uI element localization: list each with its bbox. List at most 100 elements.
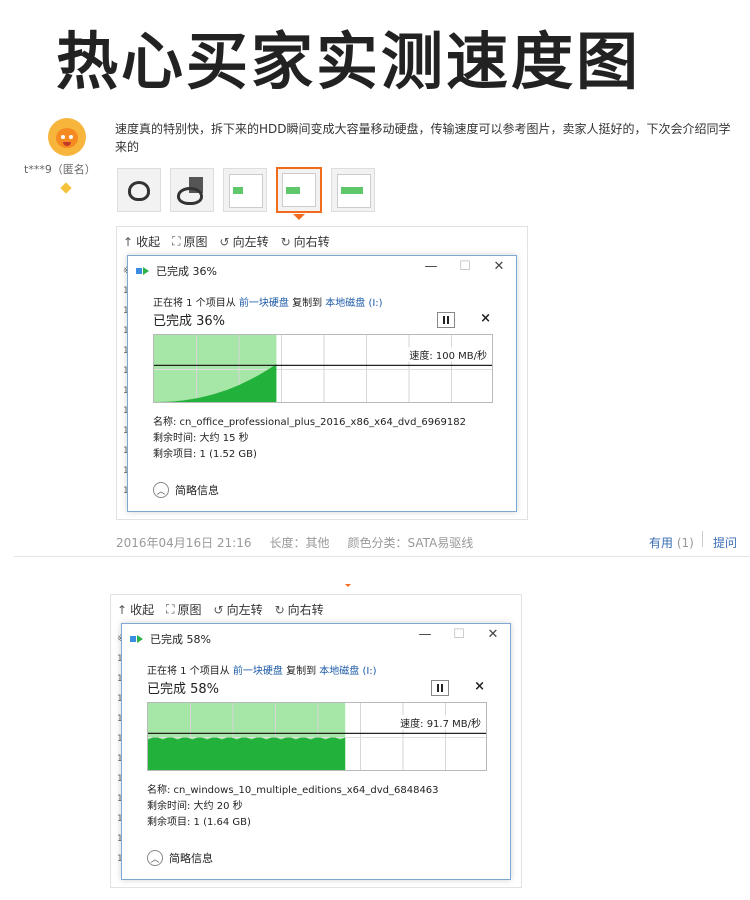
file-copy-icon — [136, 266, 150, 276]
image-viewer: ↑收起 ⛶原图 ↺向左转 ↻向右转 ※ 1 1 1 1 1 1 1 1 1 1 … — [110, 594, 522, 888]
thumbnail-screenshot[interactable] — [331, 168, 375, 212]
dialog-title: 已完成 58% — [130, 631, 211, 647]
mini-progress-icon — [286, 187, 300, 194]
file-copy-icon — [130, 634, 144, 644]
selected-caret-icon — [293, 214, 305, 220]
source-link[interactable]: 前一块硬盘 — [233, 666, 283, 677]
thumbnail-strip — [117, 167, 375, 213]
window-controls: — ☐ ✕ — [418, 627, 500, 642]
destination-link[interactable]: 本地磁盘 (I:) — [325, 298, 382, 309]
rotate-right-button[interactable]: ↻ 向右转 — [275, 601, 324, 618]
rotate-left-label: 向左转 — [226, 603, 263, 617]
collapse-button[interactable]: ↑ 收起 — [117, 601, 154, 618]
maximize-button[interactable]: ☐ — [458, 259, 472, 274]
dialog-title: 已完成 36% — [136, 263, 217, 279]
dialog-title-text: 已完成 36% — [156, 265, 217, 278]
transfer-speed-graph: 速度: 91.7 MB/秒 — [147, 702, 487, 771]
window-controls: — ☐ ✕ — [424, 259, 506, 274]
original-image-button[interactable]: ⛶ 原图 — [172, 233, 207, 250]
window-close-button[interactable]: ✕ — [486, 627, 500, 642]
review-text: 速度真的特别快，拆下来的HDD瞬间变成大容量移动硬盘，传输速度可以参考图片，卖家… — [115, 122, 731, 154]
collapse-label: 收起 — [130, 603, 155, 617]
fewer-details-button[interactable]: ︿ 简略信息 — [147, 850, 213, 866]
review-date: 2016年04月16日 21:16 — [116, 536, 252, 550]
ask-button[interactable]: 提问 — [713, 534, 737, 551]
details-label: 简略信息 — [169, 852, 213, 865]
cable-icon — [177, 187, 203, 205]
pause-button[interactable] — [431, 680, 449, 696]
page-headline: 热心买家实测速度图 — [56, 25, 642, 98]
helpful-button[interactable]: 有用 (1) — [649, 534, 694, 551]
thumbnail-drive-photo[interactable] — [170, 168, 214, 212]
maximize-button[interactable]: ☐ — [452, 627, 466, 642]
chevron-up-icon: ︿ — [153, 482, 169, 498]
rotate-left-icon: ↺ — [213, 602, 224, 617]
rotate-right-button[interactable]: ↻ 向右转 — [281, 233, 330, 250]
details-label: 简略信息 — [175, 484, 219, 497]
pause-bar-icon — [437, 684, 439, 692]
thumbnail-screenshot[interactable] — [223, 168, 267, 212]
copy-progress-dialog: 已完成 58% — ☐ ✕ 正在将 1 个项目从 前一块硬盘 复制到 本地磁盘 … — [121, 623, 511, 880]
source-link[interactable]: 前一块硬盘 — [239, 298, 289, 309]
minimize-button[interactable]: — — [424, 259, 438, 274]
minimize-button[interactable]: — — [418, 627, 432, 642]
items-remaining-line: 剩余项目: 1 (1.64 GB) — [147, 817, 251, 828]
destination-link[interactable]: 本地磁盘 (I:) — [319, 666, 376, 677]
rotate-left-button[interactable]: ↺ 向左转 — [214, 601, 263, 618]
reviewer-name: t***9（匿名） — [24, 163, 96, 176]
original-label: 原图 — [177, 603, 202, 617]
thumbnail-cable-photo[interactable] — [117, 168, 161, 212]
review-length: 长度：其他 — [269, 536, 330, 550]
copy-mid: 复制到 — [282, 666, 320, 677]
helpful-label: 有用 — [649, 536, 674, 550]
collapse-arrow-icon: ↑ — [117, 602, 128, 617]
cancel-copy-button[interactable]: × — [474, 679, 485, 694]
original-label: 原图 — [183, 235, 208, 249]
rotate-left-label: 向左转 — [232, 235, 269, 249]
rotate-right-label: 向右转 — [287, 603, 324, 617]
mini-progress-icon — [341, 187, 363, 194]
vip-diamond-icon — [60, 182, 72, 194]
rotate-right-icon: ↻ — [274, 602, 285, 617]
speed-label: 速度: 100 MB/秒 — [407, 347, 489, 362]
collapse-button[interactable]: ↑ 收起 — [123, 233, 160, 250]
file-info: 名称: cn_windows_10_multiple_editions_x64_… — [147, 783, 439, 831]
window-close-button[interactable]: ✕ — [492, 259, 506, 274]
mascot-eye-icon — [61, 135, 65, 139]
action-divider — [702, 531, 703, 547]
small-caret-icon — [345, 584, 351, 587]
copy-progress-dialog: 已完成 36% — ☐ ✕ 正在将 1 个项目从 前一块硬盘 复制到 本地磁盘 … — [127, 255, 517, 512]
copy-description: 正在将 1 个项目从 前一块硬盘 复制到 本地磁盘 (I:) — [153, 294, 383, 309]
pause-bar-icon — [443, 316, 445, 324]
progress-percent: 已完成 36% — [153, 314, 226, 329]
copy-prefix: 正在将 1 个项目从 — [153, 298, 239, 309]
time-remaining-line: 剩余时间: 大约 20 秒 — [147, 801, 243, 812]
speed-label: 速度: 91.7 MB/秒 — [398, 715, 483, 730]
speed-area — [148, 737, 346, 770]
helpful-count: (1) — [676, 536, 694, 550]
chevron-up-icon: ︿ — [147, 850, 163, 866]
progress-percent: 已完成 58% — [147, 682, 220, 697]
rotate-right-label: 向右转 — [293, 235, 330, 249]
cancel-copy-button[interactable]: × — [480, 311, 491, 326]
image-viewer: ↑收起 ⛶原图 ↺向左转 ↻向右转 ※ 1 1 1 1 1 1 1 1 1 1 … — [116, 226, 528, 520]
expand-icon: ⛶ — [172, 234, 181, 248]
items-remaining-line: 剩余项目: 1 (1.52 GB) — [153, 449, 257, 460]
speed-graph-svg — [154, 335, 492, 402]
thumbnail-screenshot-selected[interactable] — [276, 167, 322, 213]
pause-button[interactable] — [437, 312, 455, 328]
original-image-button[interactable]: ⛶ 原图 — [166, 601, 201, 618]
rotate-left-button[interactable]: ↺ 向左转 — [220, 233, 269, 250]
pause-bar-icon — [447, 316, 449, 324]
mini-progress-icon — [233, 187, 243, 194]
pause-bar-icon — [441, 684, 443, 692]
time-remaining-line: 剩余时间: 大约 15 秒 — [153, 433, 249, 444]
fewer-details-button[interactable]: ︿ 简略信息 — [153, 482, 219, 498]
review-divider — [14, 556, 750, 557]
avatar[interactable] — [48, 118, 86, 156]
viewer-toolbar: ↑ 收起 ⛶ 原图 ↺ 向左转 ↻ 向右转 — [117, 601, 324, 618]
rotate-left-icon: ↺ — [219, 234, 230, 249]
review-meta: 2016年04月16日 21:16 长度：其他 颜色分类：SATA易驱线 — [116, 534, 473, 551]
copy-description: 正在将 1 个项目从 前一块硬盘 复制到 本地磁盘 (I:) — [147, 662, 377, 677]
speed-graph-svg — [148, 703, 486, 770]
